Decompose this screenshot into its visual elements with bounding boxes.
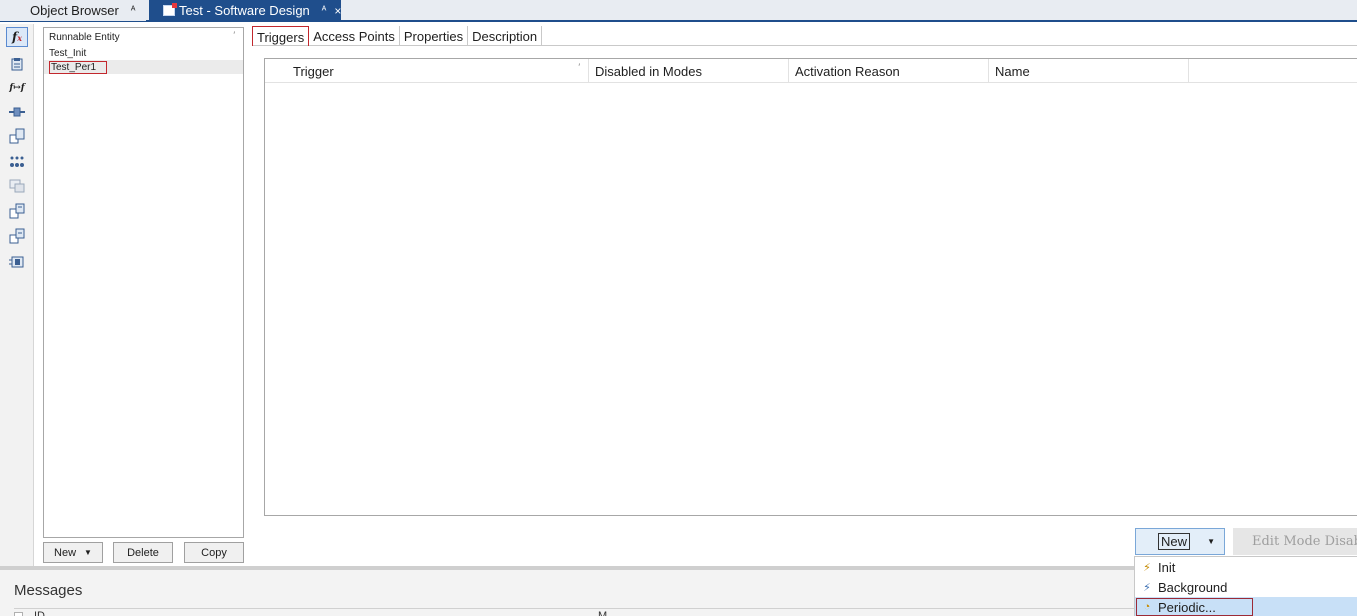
module-icon[interactable]	[6, 252, 28, 272]
column-trigger[interactable]: Trigger ′	[287, 59, 589, 83]
menu-item-label: Init	[1158, 559, 1176, 575]
tab-object-browser-label: Object Browser	[30, 3, 119, 18]
menu-item-init[interactable]: ⚡ Init	[1135, 557, 1357, 577]
messages-panel: Messages ID M	[0, 570, 1134, 616]
tab-properties[interactable]: Properties	[400, 26, 469, 46]
menu-item-periodic[interactable]: ◔ Periodic...	[1135, 597, 1357, 616]
tab-access-points[interactable]: Access Points	[309, 26, 400, 46]
highlight-frame	[1136, 598, 1253, 616]
sort-indicator: ′	[233, 30, 235, 40]
close-icon[interactable]: ×	[334, 4, 341, 18]
new-trigger-menu: ⚡ Init ⚡ Background ◔ Periodic...	[1134, 556, 1357, 616]
column-message[interactable]: M	[598, 610, 607, 616]
tab-label: Properties	[403, 29, 464, 44]
function-icon[interactable]: fx	[6, 27, 28, 47]
detail-tabs: Triggers Access Points Properties Descri…	[252, 26, 1357, 46]
mapping-icon[interactable]	[6, 226, 28, 246]
port-icon[interactable]	[6, 102, 28, 122]
chevron-down-icon: ▼	[84, 548, 92, 557]
menu-item-background[interactable]: ⚡ Background	[1135, 577, 1357, 597]
new-trigger-dropdown[interactable]: New ▼	[1135, 528, 1225, 555]
pin-icon[interactable]: ᴬ	[131, 5, 136, 16]
side-toolbar: fx f↦f	[0, 24, 34, 566]
column-disabled-in-modes[interactable]: Disabled in Modes	[589, 59, 789, 83]
runnable-list: Runnable Entity ′ Test_Init Test_Per1	[43, 27, 244, 538]
cluster-icon[interactable]	[6, 176, 28, 196]
column-label: Name	[995, 63, 1030, 79]
tab-software-design[interactable]: Test - Software Design ᴬ ×	[149, 0, 341, 21]
new-trigger-label: New	[1158, 533, 1191, 550]
tab-label: Description	[472, 29, 538, 44]
tab-triggers[interactable]: Triggers	[252, 26, 310, 46]
copy-button[interactable]: Copy	[184, 542, 244, 563]
column-name[interactable]: Name	[989, 59, 1189, 83]
software-design-icon	[163, 3, 177, 16]
pin-icon[interactable]: ᴬ	[322, 5, 327, 16]
tab-software-design-label: Test - Software Design	[179, 3, 310, 18]
document-tab-strip: Object Browser ᴬ Test - Software Design …	[0, 0, 1357, 22]
list-item-selected[interactable]: Test_Per1	[44, 60, 243, 74]
background-icon: ⚡	[1143, 581, 1151, 594]
runnable-icon[interactable]	[6, 201, 28, 221]
runnable-column-title: Runnable Entity	[49, 31, 120, 43]
sort-indicator: ′	[578, 62, 580, 72]
new-runnable-label: New	[54, 546, 77, 559]
tab-object-browser[interactable]: Object Browser ᴬ	[0, 0, 146, 21]
component-add-icon[interactable]	[6, 126, 28, 146]
variables-icon[interactable]	[6, 152, 28, 172]
runnable-name: Test_Per1	[49, 60, 108, 74]
runnable-name: Test_Init	[49, 47, 87, 59]
delete-button[interactable]: Delete	[113, 542, 173, 563]
edit-mode-disabling-button: Edit Mode Disabli	[1233, 528, 1357, 555]
edit-mode-label: Edit Mode Disabli	[1252, 534, 1357, 549]
table-header: Trigger ′ Disabled in Modes Activation R…	[265, 59, 1357, 83]
clipboard-icon[interactable]	[6, 54, 28, 74]
messages-header: ID M	[14, 608, 1134, 616]
delete-label: Delete	[127, 546, 159, 559]
tab-label: Triggers	[257, 29, 305, 45]
function-chain-icon[interactable]: f↦f	[6, 78, 28, 98]
list-item[interactable]: Test_Init	[44, 46, 243, 60]
column-label: Activation Reason	[795, 63, 900, 79]
column-label: Trigger	[293, 63, 334, 79]
runnable-list-header[interactable]: Runnable Entity ′	[44, 28, 243, 46]
column-activation-reason[interactable]: Activation Reason	[789, 59, 989, 83]
new-runnable-button[interactable]: New ▼	[43, 542, 103, 563]
select-all-checkbox[interactable]	[14, 612, 23, 616]
menu-item-label: Background	[1158, 579, 1228, 595]
column-id[interactable]: ID	[34, 610, 45, 616]
triggers-table: Trigger ′ Disabled in Modes Activation R…	[264, 58, 1357, 516]
copy-label: Copy	[201, 546, 227, 559]
init-icon: ⚡	[1143, 561, 1151, 574]
messages-title: Messages	[14, 582, 83, 599]
chevron-down-icon[interactable]: ▼	[1207, 537, 1215, 546]
column-label: Disabled in Modes	[595, 63, 702, 79]
tab-label: Access Points	[313, 29, 395, 44]
tab-description[interactable]: Description	[468, 26, 543, 46]
